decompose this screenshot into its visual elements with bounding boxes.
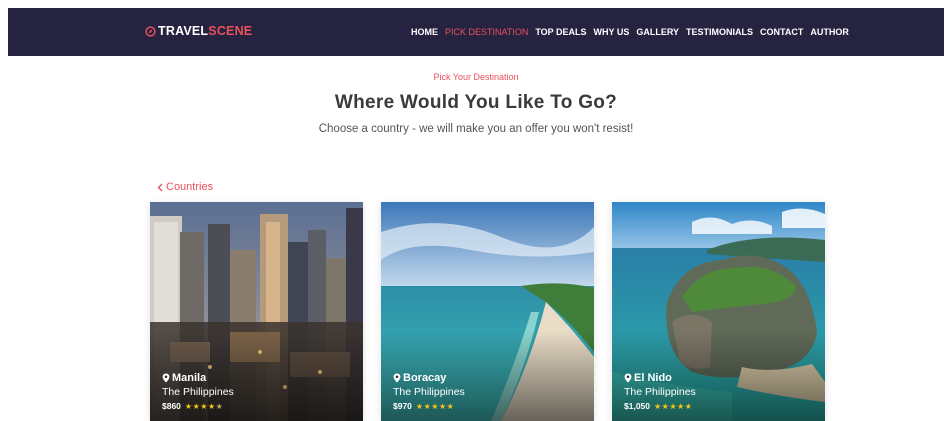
star-icon: ★: [200, 401, 208, 411]
nav-top-deals[interactable]: TOP DEALS: [535, 27, 586, 37]
card-title: Boracay: [393, 372, 465, 384]
section-subtitle: Choose a country - we will make you an o…: [318, 123, 634, 135]
brand-logo[interactable]: TRAVEL SCENE: [145, 24, 252, 38]
nav-gallery[interactable]: GALLERY: [636, 27, 679, 37]
star-icon: ★: [431, 401, 439, 411]
card-info: Manila The Philippines $860 ★★★★★: [162, 372, 234, 411]
destination-card-boracay[interactable]: Boracay The Philippines $970 ★★★★★: [381, 202, 594, 421]
star-half-icon: ★: [215, 401, 224, 411]
star-rating: ★★★★★: [654, 402, 692, 411]
star-rating: ★★★★★: [416, 402, 454, 411]
nav-home[interactable]: HOME: [411, 27, 438, 37]
back-to-countries-link[interactable]: Countries: [157, 181, 213, 193]
card-country: The Philippines: [624, 386, 696, 398]
map-pin-icon: [393, 373, 401, 383]
nav-testimonials[interactable]: TESTIMONIALS: [686, 27, 753, 37]
map-pin-icon: [624, 373, 632, 383]
star-icon: ★: [446, 401, 455, 411]
card-meta: $1,050 ★★★★★: [624, 401, 696, 411]
card-price: $860: [162, 401, 181, 411]
top-navbar: TRAVEL SCENE HOME PICK DESTINATION TOP DE…: [8, 8, 944, 56]
nav-author[interactable]: AUTHOR: [810, 27, 849, 37]
star-icon: ★: [684, 401, 693, 411]
star-icon: ★: [184, 401, 193, 411]
card-info: Boracay The Philippines $970 ★★★★★: [393, 372, 465, 411]
destination-card-el-nido[interactable]: El Nido The Philippines $1,050 ★★★★★: [612, 202, 825, 421]
map-pin-icon: [162, 373, 170, 383]
section-eyebrow: Pick Your Destination: [433, 72, 519, 82]
star-icon: ★: [677, 401, 685, 411]
card-name: Boracay: [403, 372, 447, 384]
card-name: El Nido: [634, 372, 672, 384]
star-icon: ★: [438, 401, 447, 411]
star-icon: ★: [669, 401, 678, 411]
card-title: Manila: [162, 372, 234, 384]
card-price: $970: [393, 401, 412, 411]
brand-suffix: SCENE: [208, 24, 253, 38]
nav-pick-destination[interactable]: PICK DESTINATION: [445, 27, 528, 37]
star-rating: ★★★★★: [185, 402, 223, 411]
nav-why-us[interactable]: WHY US: [594, 27, 630, 37]
destination-card-manila[interactable]: Manila The Philippines $860 ★★★★★: [150, 202, 363, 421]
section-title: Where Would You Like To Go?: [334, 92, 618, 113]
main-nav: HOME PICK DESTINATION TOP DEALS WHY US G…: [411, 27, 849, 37]
back-link-label: Countries: [166, 181, 214, 193]
card-price: $1,050: [624, 401, 650, 411]
nav-contact[interactable]: CONTACT: [760, 27, 803, 37]
star-icon: ★: [654, 401, 662, 411]
card-country: The Philippines: [162, 386, 234, 398]
compass-icon: [145, 25, 156, 37]
star-icon: ★: [207, 401, 216, 411]
card-meta: $970 ★★★★★: [393, 401, 465, 411]
card-title: El Nido: [624, 372, 696, 384]
card-meta: $860 ★★★★★: [162, 401, 234, 411]
card-name: Manila: [172, 372, 207, 384]
chevron-left-icon: [157, 183, 163, 191]
card-country: The Philippines: [393, 386, 465, 398]
card-info: El Nido The Philippines $1,050 ★★★★★: [624, 372, 696, 411]
star-icon: ★: [415, 401, 424, 411]
brand-prefix: TRAVEL: [158, 24, 209, 38]
